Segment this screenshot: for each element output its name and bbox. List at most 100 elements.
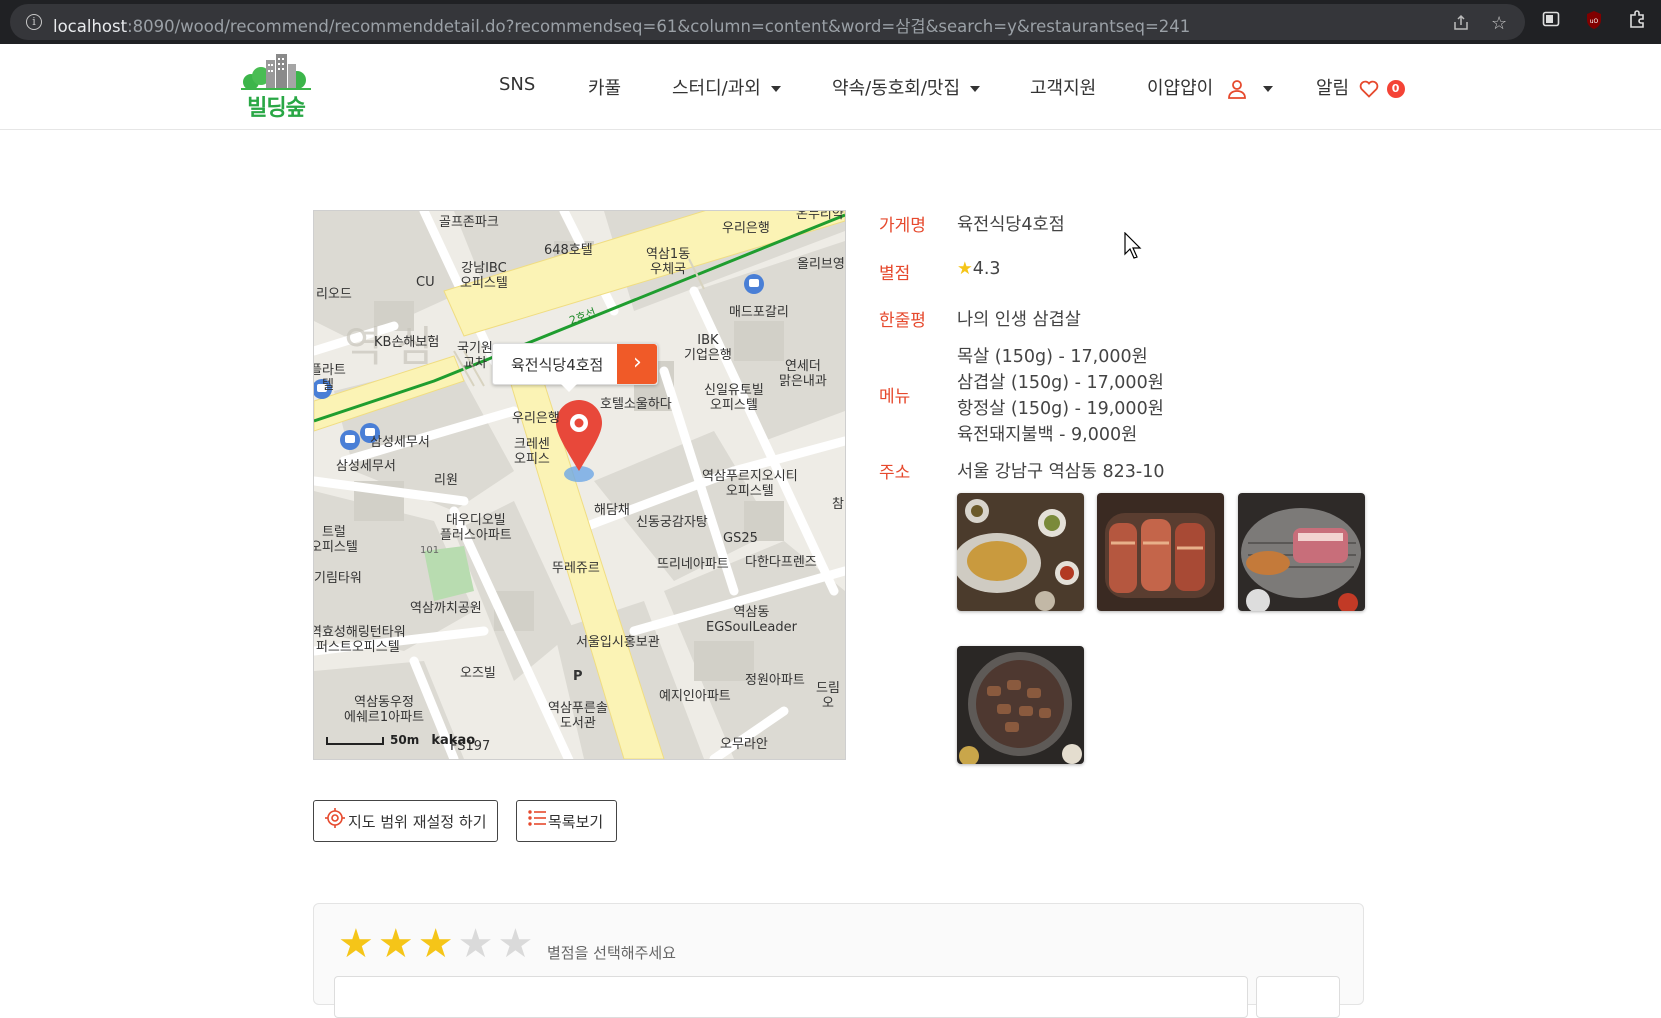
address-bar[interactable]: i localhost:8090/wood/recommend/recommen… [10, 4, 1525, 40]
map-label: 역삼까치공원 [410, 601, 482, 616]
review-label: 한줄평 [879, 311, 926, 331]
rating-star-icon[interactable]: ★ [338, 921, 378, 967]
map-label: 오무라안 [720, 737, 768, 752]
chevron-down-icon [970, 86, 981, 92]
review-form: ★★★★★ 별점을 선택해주세요 [313, 903, 1364, 1018]
map-label: 신일유토빌 오피스텔 [704, 383, 764, 413]
map-label: IBK 기업은행 [684, 333, 732, 363]
map-label: 오즈빌 [460, 666, 496, 681]
menu-item: 목살 (150g) - 17,000원 [957, 347, 1148, 367]
reset-map-button[interactable]: 지도 범위 재설정 하기 [313, 800, 498, 842]
map-label: 삼성세무서 [336, 459, 396, 474]
heart-icon [1359, 80, 1379, 98]
alarm-label: 알림 [1316, 78, 1350, 99]
food-photo-image [957, 646, 1084, 764]
map-label: 리오드 [316, 287, 352, 302]
name-label: 가게명 [879, 216, 926, 236]
nav-study[interactable]: 스터디/과외 [672, 74, 781, 100]
food-photo-2[interactable] [1097, 493, 1224, 611]
map-label: 101 [420, 545, 440, 556]
map-label: 온누리약 [796, 210, 844, 222]
map-label: 국기원 교차 [457, 341, 493, 371]
map-label: 올리브영 [797, 257, 845, 272]
list-icon [528, 810, 546, 826]
review-value: 나의 인생 삼겹살 [957, 310, 1081, 330]
food-photo-image [1097, 493, 1224, 611]
map-label: 강남IBC 오피스텔 [460, 261, 508, 291]
chevron-down-icon [1262, 86, 1273, 92]
scale-bar [326, 736, 384, 745]
rating-star-icon[interactable]: ★ [378, 921, 418, 967]
rating-star-icon[interactable]: ★ [458, 921, 498, 967]
map-label: 우리은행 [512, 411, 560, 426]
rating-number: 4.3 [972, 259, 1001, 279]
mouse-cursor-icon [1124, 232, 1142, 259]
user-icon [1228, 80, 1246, 99]
restaurant-map[interactable]: 역 삼 골프존파크 648호텔 역삼1동 우체국 우리은행 올리브영 온누리약 … [313, 210, 846, 760]
map-label: GS25 [723, 531, 758, 546]
food-photo-image [1238, 493, 1365, 611]
popup-restaurant-name: 육전식당4호점 [511, 355, 604, 374]
nav-meet[interactable]: 약속/동호회/맛집 [832, 74, 981, 100]
restaurant-name: 육전식당4호점 [957, 215, 1065, 235]
map-label: 역삼푸른솔 도서관 [548, 701, 608, 731]
rating-star-icon[interactable]: ★ [418, 921, 458, 967]
map-label: 트럴 오피스텔 [313, 525, 358, 555]
map-label: 역삼1동 우체국 [646, 247, 691, 277]
map-label: 역삼푸르지오시티 오피스텔 [702, 469, 798, 499]
map-label: 대우디오빌 플러스아파트 [440, 513, 512, 543]
user-name: 이얍얍이 [1147, 78, 1214, 99]
list-view-button[interactable]: 목록보기 [516, 800, 617, 842]
map-label: 골프존파크 [439, 215, 499, 230]
site-info-icon[interactable]: i [26, 14, 42, 30]
popup-arrow-button[interactable]: › [617, 344, 658, 384]
building-forest-logo-icon [241, 54, 311, 90]
alarm-count-badge: 0 [1386, 80, 1405, 98]
map-info-popup[interactable]: 육전식당4호점 › [492, 343, 659, 392]
sidepanel-icon[interactable] [1542, 10, 1560, 33]
address-value: 서울 강남구 역삼동 823-10 [957, 462, 1165, 482]
map-label: CU [416, 275, 435, 290]
food-photo-4[interactable] [957, 646, 1084, 764]
target-location-icon [325, 808, 345, 828]
nav-user-menu[interactable]: 이얍얍이 [1147, 74, 1273, 100]
extensions-puzzle-icon[interactable] [1627, 10, 1647, 35]
food-photo-1[interactable] [957, 493, 1084, 611]
map-label: 플라트 텔 [313, 363, 346, 393]
nav-alarm[interactable]: 알림 0 [1316, 74, 1405, 100]
bookmark-star-icon[interactable]: ☆ [1491, 14, 1507, 34]
review-input[interactable] [334, 976, 1248, 1018]
url-text[interactable]: localhost:8090/wood/recommend/recommendd… [53, 13, 1190, 37]
map-scale: 50m kakao [326, 733, 475, 748]
rating-star-icon[interactable]: ★ [497, 921, 537, 967]
map-label: 뜨리네아파트 [657, 557, 729, 572]
nav-meet-label: 약속/동호회/맛집 [832, 78, 961, 99]
map-label: 기림타워 [314, 571, 362, 586]
map-label: 예지인아파트 [659, 689, 731, 704]
map-label: 역효성해링턴타워 퍼스트오피스텔 [313, 625, 406, 655]
map-label: KB손해보험 [374, 335, 440, 350]
chevron-down-icon [770, 86, 781, 92]
nav-carpool[interactable]: 카풀 [588, 74, 621, 100]
map-label: 크레센 오피스 [514, 437, 550, 467]
map-label: 역삼동 EGSoulLeader [706, 605, 797, 635]
map-label: 뚜레쥬르 [552, 561, 600, 576]
nav-support[interactable]: 고객지원 [1030, 74, 1096, 100]
food-photo-3[interactable] [1238, 493, 1365, 611]
reset-map-label: 지도 범위 재설정 하기 [348, 812, 487, 831]
site-logo[interactable]: 빌딩숲 [241, 52, 311, 121]
rating-hint: 별점을 선택해주세요 [547, 944, 676, 962]
menu-item: 육전돼지불백 - 9,000원 [957, 425, 1138, 445]
address-label: 주소 [879, 463, 911, 483]
map-label: 648호텔 [544, 243, 593, 258]
nav-sns[interactable]: SNS [499, 74, 535, 95]
map-label: 신동궁감자탕 [636, 515, 708, 530]
ublock-extension-icon[interactable]: uO [1585, 10, 1603, 35]
map-label: 서울입시홍보관 [576, 635, 660, 650]
star-rating-selector[interactable]: ★★★★★ [338, 924, 537, 964]
menu-item: 항정살 (150g) - 19,000원 [957, 399, 1164, 419]
share-icon[interactable] [1452, 14, 1470, 37]
map-label: 드림 오 [816, 681, 840, 711]
review-submit-button[interactable] [1256, 976, 1340, 1018]
food-photo-image [957, 493, 1084, 611]
